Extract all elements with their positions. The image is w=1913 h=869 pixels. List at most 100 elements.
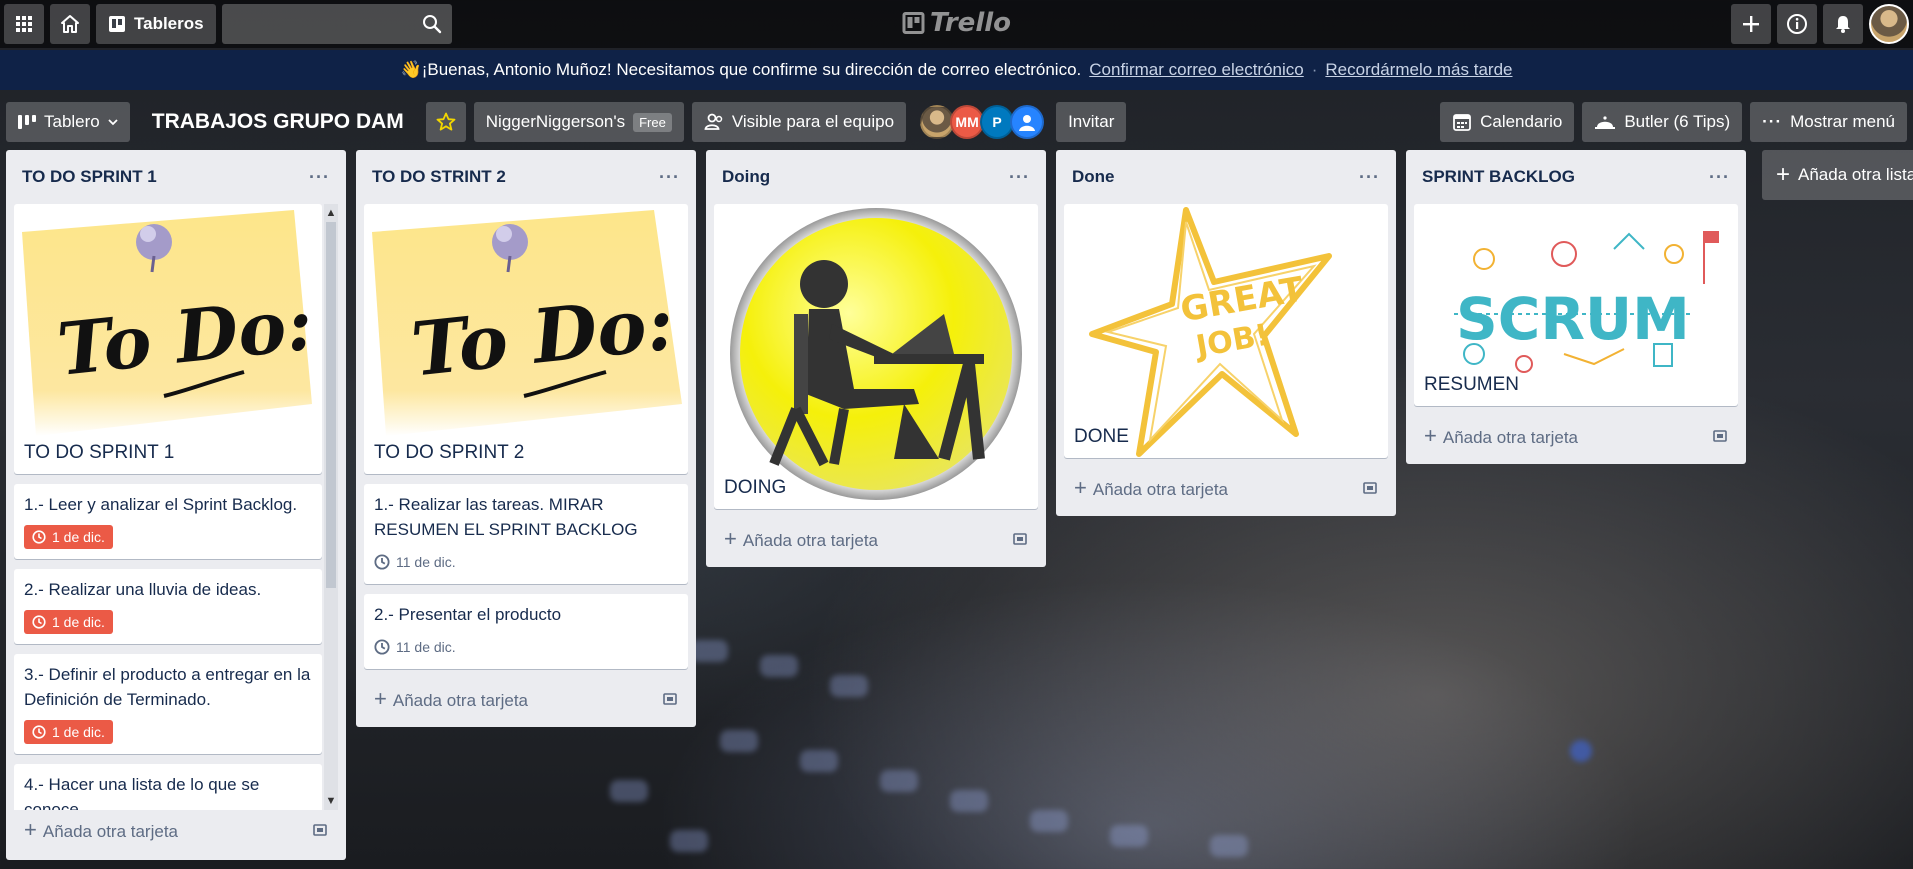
add-card-button[interactable]: + Añada otra tarjeta [1064,468,1388,508]
card-item[interactable]: 1.- Leer y analizar el Sprint Backlog. 1… [14,484,322,559]
add-card-button[interactable]: + Añada otra tarjeta [1414,416,1738,456]
member-avatar-mm[interactable]: MM [950,105,985,139]
notifications-button[interactable] [1823,4,1863,44]
list-menu-icon[interactable]: ··· [309,167,330,188]
create-button[interactable] [1731,4,1771,44]
list-menu-icon[interactable]: ··· [659,167,680,188]
create-from-template-icon[interactable] [662,691,678,707]
list-title[interactable]: SPRINT BACKLOG [1422,167,1575,187]
show-menu-button[interactable]: ··· Mostrar menú [1750,102,1907,142]
cover-card[interactable]: GREAT JOB! DONE [1064,204,1388,458]
due-date-badge[interactable]: 11 de dic. [374,550,464,574]
card-title: 4.- Hacer una lista de lo que se conoce. [24,775,260,810]
cover-card[interactable]: To Do: TO DO SPRINT 2 [364,204,688,474]
plus-icon: + [1776,161,1791,188]
trello-logo[interactable]: Trello [901,8,1012,38]
confirm-email-link[interactable]: Confirmar correo electrónico [1089,60,1303,80]
list-menu-icon[interactable]: ··· [1709,167,1730,188]
scroll-thumb[interactable] [326,222,336,588]
butler-label: Butler (6 Tips) [1624,112,1731,131]
show-menu-label: Mostrar menú [1790,112,1895,131]
due-date-badge[interactable]: 1 de dic. [24,720,113,744]
scroll-down-arrow[interactable]: ▼ [324,792,338,810]
board-view-icon [18,115,36,129]
add-card-button[interactable]: + Añada otra tarjeta [364,679,688,719]
due-date-text: 1 de dic. [52,724,105,740]
trello-logo-text: Trello [929,8,1012,38]
plus-icon [1743,16,1759,32]
user-avatar[interactable] [1869,4,1909,44]
due-date-badge[interactable]: 11 de dic. [374,635,464,659]
card-item[interactable]: 1.- Realizar las tareas. MIRAR RESUMEN E… [364,484,688,584]
boards-label: Tableros [134,14,204,33]
board-title[interactable]: TRABAJOS GRUPO DAM [138,110,418,134]
plus-icon: + [1074,475,1087,500]
add-card-button[interactable]: + Añada otra tarjeta [14,810,338,850]
add-card-label: Añada otra tarjeta [742,531,879,550]
member-avatar-p[interactable]: P [980,105,1015,139]
board-view-label: Tablero [44,112,100,131]
butler-button[interactable]: Butler (6 Tips) [1582,102,1743,142]
star-board-button[interactable] [425,102,466,142]
board-icon [109,16,125,32]
cover-card[interactable]: DOING [714,204,1038,509]
scrum-cover: SCRUM RESUMEN [1414,204,1738,406]
add-list-button[interactable]: + Añada otra lista [1762,150,1913,200]
plus-icon: + [374,686,387,711]
info-button[interactable] [1777,4,1817,44]
card-title: 1.- Realizar las tareas. MIRAR RESUMEN E… [374,495,638,539]
visibility-label: Visible para el equipo [731,112,895,131]
search-input[interactable] [221,4,452,44]
clock-icon [32,530,46,544]
remind-later-link[interactable]: Recordármelo más tarde [1325,60,1512,80]
wave-emoji: 👋 [400,60,422,79]
due-date-badge[interactable]: 1 de dic. [24,525,113,549]
card-item[interactable]: 3.- Definir el producto a entregar en la… [14,654,322,754]
list-title[interactable]: TO DO STRINT 2 [372,167,506,187]
person-icon [1019,115,1036,131]
list-title[interactable]: Doing [722,167,770,187]
list-scrollbar[interactable]: ▲ ▼ [324,204,338,810]
due-date-badge[interactable]: 1 de dic. [24,610,113,634]
list-title[interactable]: TO DO SPRINT 1 [22,167,157,187]
card-item[interactable]: 2.- Presentar el producto 11 de dic. [364,594,688,669]
list-title[interactable]: Done [1072,167,1115,187]
due-date-text: 11 de dic. [396,639,456,655]
member-avatar-4[interactable] [1010,105,1045,139]
visibility-button[interactable]: Visible para el equipo [691,102,907,142]
bell-icon [1836,16,1850,33]
team-visibility-icon [704,113,723,130]
cover-card[interactable]: SCRUM RESUMEN [1414,204,1738,406]
scroll-up-arrow[interactable]: ▲ [324,204,338,222]
svg-text:SCRUM: SCRUM [1456,285,1690,353]
add-card-label: Añada otra tarjeta [1092,480,1229,499]
todo-sticky-cover: To Do: TO DO SPRINT 1 [14,204,322,474]
done-cover: GREAT JOB! DONE [1064,204,1388,458]
announcement-message: ¡Buenas, Antonio Muñoz! Necesitamos que … [421,60,1082,79]
home-button[interactable] [50,4,90,44]
create-from-template-icon[interactable] [1012,531,1028,547]
card-item[interactable]: 2.- Realizar una lluvia de ideas. 1 de d… [14,569,322,644]
list-menu-icon[interactable]: ··· [1009,167,1030,188]
card-title: 3.- Definir el producto a entregar en la… [24,665,311,709]
board-header: Tablero TRABAJOS GRUPO DAM NiggerNiggers… [0,100,1913,144]
boards-button[interactable]: Tableros [96,4,216,44]
card-title: 2.- Realizar una lluvia de ideas. [24,580,262,599]
invite-label: Invitar [1068,112,1115,131]
create-from-template-icon[interactable] [1362,480,1378,496]
calendar-button[interactable]: Calendario [1440,102,1575,142]
card-item[interactable]: 4.- Hacer una lista de lo que se conoce. [14,764,322,810]
invite-button[interactable]: Invitar [1056,102,1127,142]
apps-switcher-button[interactable] [4,4,44,44]
add-card-button[interactable]: + Añada otra tarjeta [714,519,1038,559]
list-menu-icon[interactable]: ··· [1359,167,1380,188]
plus-icon: + [724,526,737,551]
search-icon [422,15,441,34]
workspace-button[interactable]: NiggerNiggerson's Free [473,102,684,142]
create-from-template-icon[interactable] [312,822,328,838]
member-avatar-1[interactable] [920,105,955,139]
plus-icon: + [24,817,37,842]
board-view-switcher[interactable]: Tablero [6,102,130,142]
create-from-template-icon[interactable] [1712,428,1728,444]
cover-card[interactable]: To Do: TO DO SPRINT 1 [14,204,322,474]
